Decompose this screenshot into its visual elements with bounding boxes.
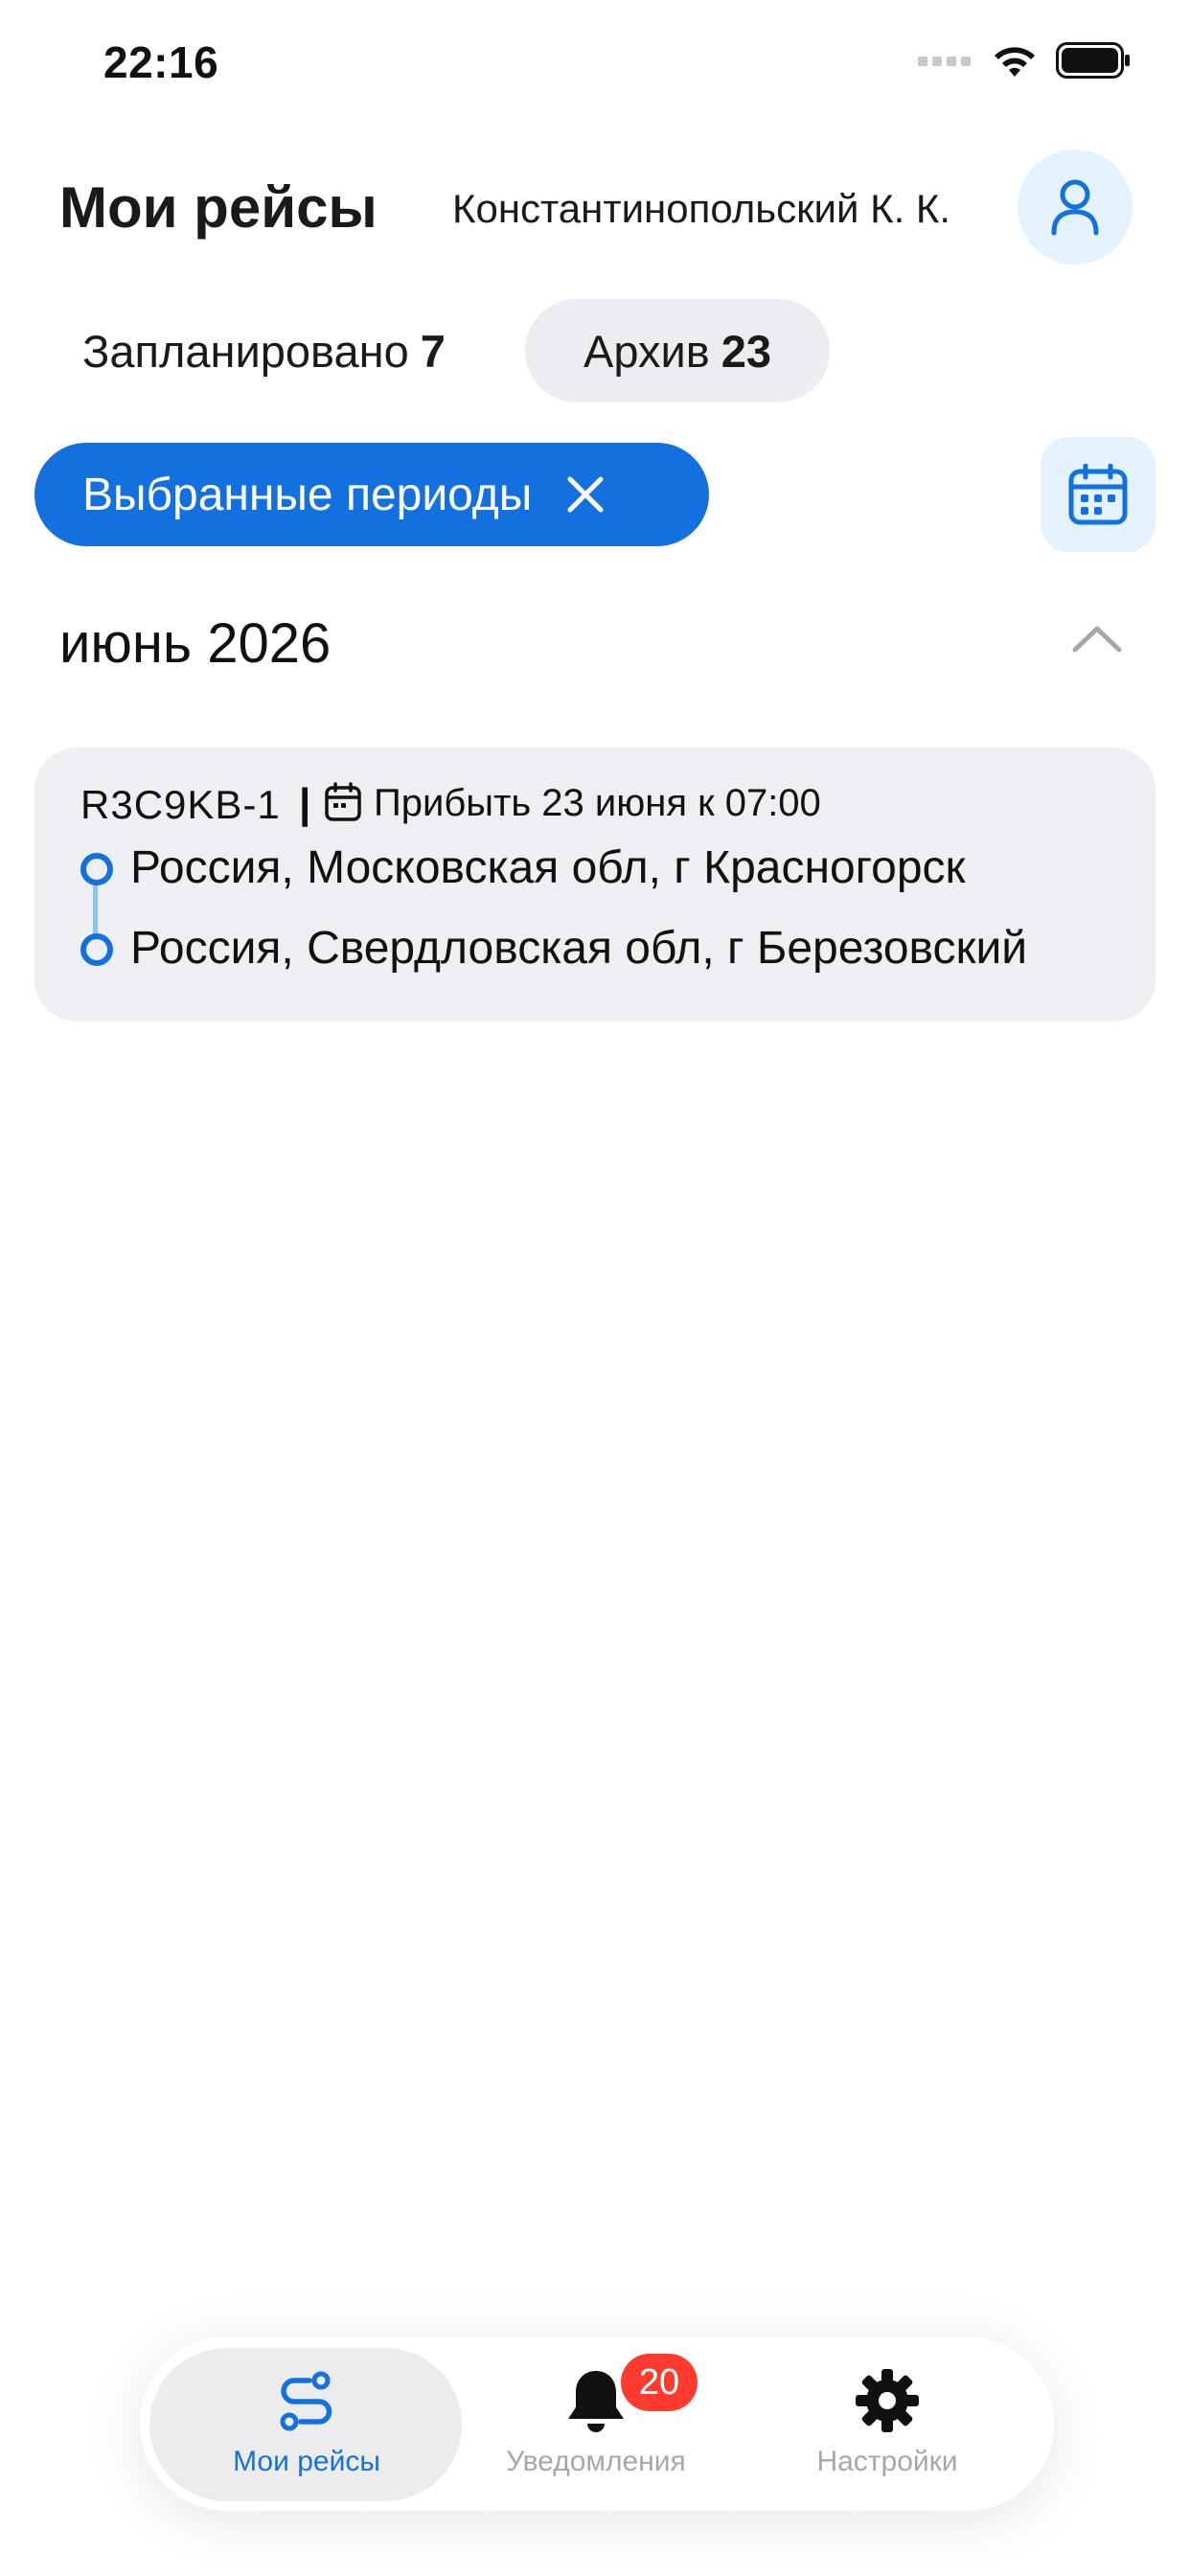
nav-settings-label: Настройки <box>816 2446 958 2477</box>
nav-my-trips[interactable]: Мои рейсы <box>163 2367 450 2478</box>
status-time: 22:16 <box>103 37 219 87</box>
chevron-up-icon[interactable] <box>1071 623 1123 658</box>
route-destination: Россия, Свердловская обл, г Березовский <box>130 923 1028 974</box>
notification-badge: 20 <box>621 2354 698 2411</box>
tab-planned[interactable]: Запланировано 7 <box>59 299 523 402</box>
route-origin: Россия, Московская обл, г Красногорск <box>130 842 966 893</box>
trip-arrival: Прибыть 23 июня к 07:00 <box>374 782 821 824</box>
tab-planned-label: Запланировано <box>82 325 409 377</box>
nav-notifications-label: Уведомления <box>506 2446 686 2477</box>
route-connector <box>93 880 98 935</box>
wifi-icon <box>995 47 1035 77</box>
trip-separator: | <box>299 780 311 827</box>
signal-icon <box>918 57 971 66</box>
trip-id: R3C9KB-1 <box>80 782 281 827</box>
user-name[interactable]: Константинопольский К. К. <box>452 186 950 232</box>
route-destination-marker <box>80 933 113 966</box>
period-filter-chip[interactable]: Выбранные периоды <box>34 443 709 546</box>
route-icon <box>280 2371 332 2431</box>
status-icons <box>918 42 1131 79</box>
tab-archive[interactable]: Архив 23 <box>525 299 830 402</box>
tab-archive-count: 23 <box>721 325 771 377</box>
tab-planned-count: 7 <box>420 325 446 377</box>
calendar-small-icon <box>324 782 362 827</box>
close-icon[interactable] <box>564 473 606 516</box>
month-header: июнь 2026 <box>59 612 332 675</box>
bell-icon <box>568 2371 624 2432</box>
nav-my-trips-label: Мои рейсы <box>233 2446 380 2477</box>
filter-chip-label: Выбранные периоды <box>82 469 533 520</box>
page-title: Мои рейсы <box>59 175 378 240</box>
battery-icon <box>1056 42 1130 79</box>
calendar-icon <box>1068 464 1128 525</box>
calendar-button[interactable] <box>1041 437 1156 552</box>
profile-button[interactable] <box>1018 150 1133 264</box>
user-icon <box>1051 179 1099 236</box>
nav-settings[interactable]: Настройки <box>744 2367 1031 2478</box>
gear-icon <box>856 2369 919 2432</box>
route-origin-marker <box>80 853 113 886</box>
tab-archive-label: Архив <box>584 325 710 377</box>
